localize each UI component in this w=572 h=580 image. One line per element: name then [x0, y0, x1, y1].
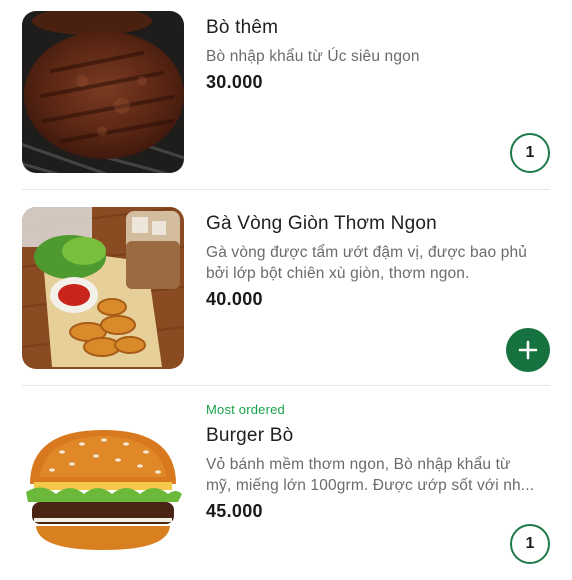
item-description: Vỏ bánh mềm thơm ngon, Bò nhập khẩu từ m…	[206, 454, 544, 496]
item-price: 30.000	[206, 72, 263, 92]
menu-item-burger-bo[interactable]: Most ordered Burger Bò Vỏ bánh mềm thơm …	[0, 386, 572, 580]
menu-item-bo-them[interactable]: Bò thêm Bò nhập khẩu từ Úc siêu ngon 30.…	[0, 0, 572, 190]
item-title: Bò thêm	[206, 17, 279, 38]
chicken-rings-image[interactable]	[22, 207, 184, 369]
most-ordered-badge: Most ordered	[206, 402, 285, 417]
item-price: 40.000	[206, 289, 263, 309]
quantity-button[interactable]: 1	[510, 133, 550, 173]
item-price: 45.000	[206, 501, 263, 521]
item-info: Bò thêm Bò nhập khẩu từ Úc siêu ngon 30.…	[206, 16, 544, 93]
item-description: Bò nhập khẩu từ Úc siêu ngon	[206, 48, 420, 65]
item-title: Gà Vòng Giòn Thơm Ngon	[206, 213, 437, 234]
item-title: Burger Bò	[206, 425, 294, 446]
chicken-rings-illustration	[22, 207, 184, 369]
beef-burger-image[interactable]	[22, 422, 184, 580]
item-info: Gà Vòng Giòn Thơm Ngon Gà vòng được tẩm …	[206, 212, 544, 310]
item-description: Gà vòng được tẩm ướt đậm vị, được bao ph…	[206, 244, 528, 282]
item-description-line: Vỏ bánh mềm thơm ngon, Bò nhập khẩu từ	[206, 456, 511, 473]
add-to-cart-button[interactable]	[506, 328, 550, 372]
quantity-button[interactable]: 1	[510, 524, 550, 564]
plus-icon	[518, 340, 538, 360]
item-description-line: mỹ, miếng lớn 100grm. Được ướp sốt với n…	[206, 477, 535, 494]
item-info: Most ordered Burger Bò Vỏ bánh mềm thơm …	[206, 402, 544, 522]
menu-item-ga-vong[interactable]: Gà Vòng Giòn Thơm Ngon Gà vòng được tẩm …	[0, 190, 572, 386]
beef-patty-illustration	[22, 11, 184, 173]
beef-burger-illustration	[22, 422, 184, 580]
menu-list: Bò thêm Bò nhập khẩu từ Úc siêu ngon 30.…	[0, 0, 572, 580]
beef-patty-image[interactable]	[22, 11, 184, 173]
